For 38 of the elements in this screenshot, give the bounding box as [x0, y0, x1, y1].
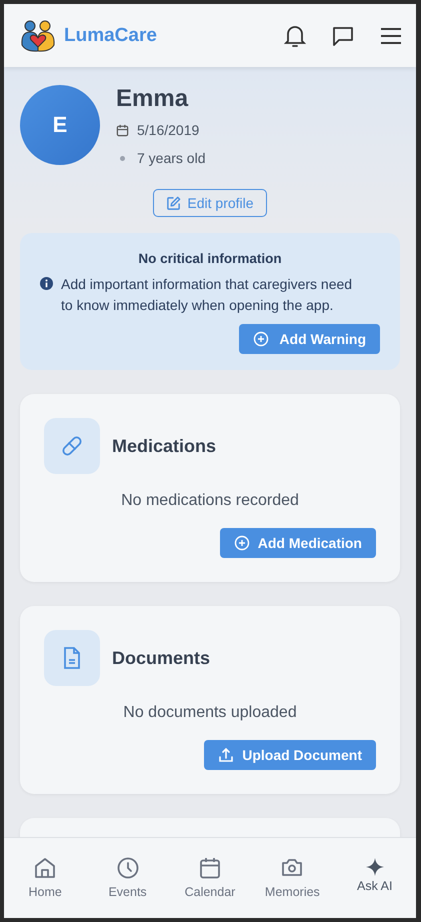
empty-state-text: No documents uploaded — [122, 704, 298, 722]
logo-icon — [20, 18, 56, 52]
chat-icon[interactable] — [332, 24, 354, 46]
avatar: E — [20, 85, 100, 165]
menu-icon[interactable] — [380, 26, 402, 44]
add-icon — [234, 535, 250, 551]
notification-bell-icon[interactable] — [284, 24, 306, 48]
calendar-icon — [116, 124, 129, 136]
bullet-dot — [120, 156, 125, 160]
nav-item[interactable]: Home — [7, 857, 84, 899]
edit-profile-button[interactable]: Edit profile — [153, 189, 267, 217]
section-title: Documents — [112, 648, 210, 668]
edit-icon — [166, 196, 182, 210]
section-action-button[interactable]: Add Medication — [220, 528, 376, 558]
add-warning-button[interactable]: Add Warning — [239, 324, 380, 354]
upload-icon — [218, 747, 234, 763]
clock-icon — [116, 857, 139, 879]
info-icon — [40, 277, 53, 290]
brand-name: LumaCare — [64, 24, 157, 46]
document-icon — [62, 647, 82, 669]
notice-title: No critical information — [137, 251, 283, 266]
age: 7 years old — [137, 150, 206, 166]
child-name: Emma — [116, 85, 190, 113]
sparkle-icon — [364, 857, 385, 877]
birthdate: 5/16/2019 — [137, 122, 200, 138]
notice-text: Add important information that caregivers need to know immediately when opening the app. — [61, 275, 354, 315]
camera-icon — [281, 857, 304, 879]
nav-item[interactable]: Memories — [254, 857, 330, 899]
nav-item[interactable]: Events — [90, 857, 166, 899]
pill-icon — [60, 434, 84, 458]
section-title: Medications — [112, 436, 216, 456]
nav-item[interactable]: Ask AI — [336, 857, 413, 893]
calendar-icon — [198, 857, 221, 879]
empty-state-text: No medications recorded — [120, 492, 300, 510]
home-icon — [34, 857, 56, 879]
nav-item[interactable]: Calendar — [172, 857, 248, 899]
add-icon — [253, 331, 270, 347]
section-action-button[interactable]: Upload Document — [204, 740, 376, 770]
